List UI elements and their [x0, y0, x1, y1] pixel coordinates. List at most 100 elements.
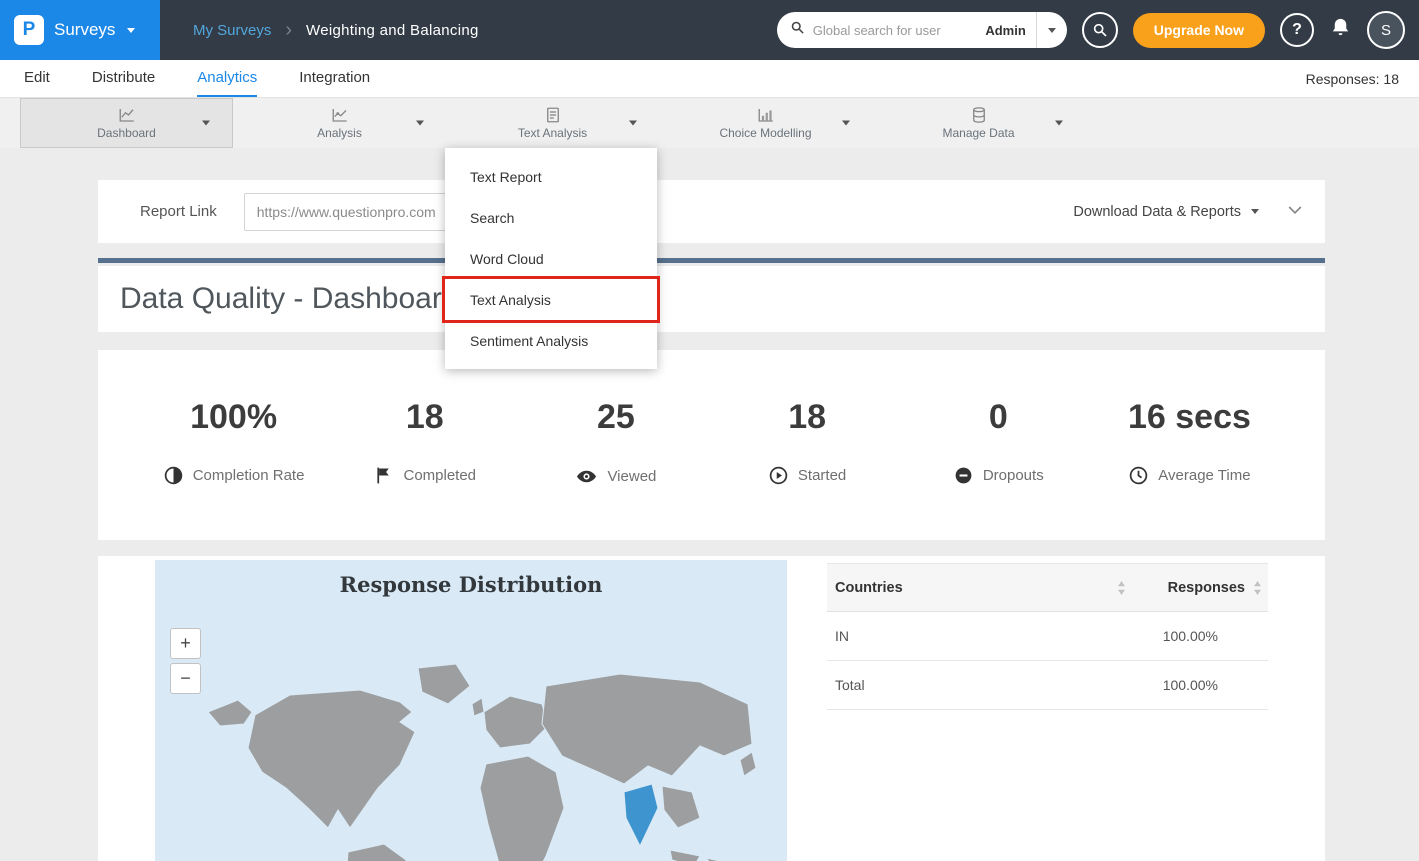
survey-tab-bar: Edit Distribute Analytics Integration Re… [0, 60, 1419, 98]
menu-item-analysis[interactable]: Analysis [233, 98, 446, 148]
stat-dropouts: 0 Dropouts [903, 350, 1094, 540]
map-title: Response Distribution [155, 560, 787, 597]
chevron-down-icon[interactable] [629, 121, 637, 126]
breadcrumb: My Surveys › Weighting and Balancing [193, 20, 479, 40]
help-button[interactable]: ? [1280, 13, 1314, 47]
analytics-menu-items: Dashboard Analysis Text Analysis Choice … [20, 98, 1085, 148]
column-header-responses[interactable]: Responses [1138, 580, 1268, 596]
responses-count: Responses: 18 [1306, 60, 1419, 97]
stat-completion-rate: 100% Completion Rate [138, 350, 329, 540]
page-title: Data Quality - Dashboard [120, 282, 459, 316]
document-icon [544, 106, 562, 124]
report-link-card: Report Link Download Data & Reports [98, 180, 1325, 243]
map-zoom-controls: + − [170, 628, 201, 694]
chevron-down-icon [127, 28, 135, 33]
chevron-down-icon[interactable] [416, 121, 424, 126]
completion-rate-icon [163, 465, 184, 486]
stat-label: Average Time [1158, 467, 1250, 484]
page-title-card: Data Quality - Dashboard [98, 266, 1325, 332]
stat-value: 18 [712, 398, 903, 437]
countries-table: Countries Responses IN 100.00% Total 100… [827, 563, 1268, 710]
stat-label: Dropouts [983, 467, 1044, 484]
clock-icon [1128, 465, 1149, 486]
search-icon [790, 20, 805, 40]
dropdown-item-text-analysis[interactable]: Text Analysis [445, 279, 657, 320]
database-icon [970, 106, 988, 124]
dropdown-item-text-report[interactable]: Text Report [445, 156, 657, 197]
flag-icon [373, 465, 394, 486]
column-header-countries[interactable]: Countries [827, 580, 1138, 596]
map-region-europe [484, 696, 548, 748]
map-region-north-america [248, 690, 415, 828]
stat-viewed: 25 Viewed [520, 350, 711, 540]
chevron-down-icon[interactable] [202, 121, 210, 126]
menu-item-label: Manage Data [942, 126, 1014, 140]
column-header-label: Countries [835, 580, 903, 596]
stat-value: 25 [520, 398, 711, 437]
menu-item-label: Choice Modelling [719, 126, 811, 140]
menu-item-choice-modelling[interactable]: Choice Modelling [659, 98, 872, 148]
map-region-south-america [346, 844, 408, 861]
search-icon [1092, 22, 1108, 38]
map-region-indonesia [670, 850, 700, 861]
section-divider [98, 258, 1325, 263]
menu-item-dashboard[interactable]: Dashboard [20, 98, 233, 148]
zoom-in-button[interactable]: + [170, 628, 201, 659]
chevron-down-icon [1048, 28, 1056, 33]
bar-chart-icon [757, 106, 775, 124]
country-cell: IN [827, 628, 1138, 644]
breadcrumb-separator-icon: › [285, 20, 292, 40]
map-region-africa [480, 756, 564, 861]
world-map[interactable] [200, 660, 770, 861]
collapse-section-button[interactable] [1285, 199, 1305, 224]
stat-value: 100% [138, 398, 329, 437]
tab-integration[interactable]: Integration [299, 60, 370, 97]
menu-item-manage-data[interactable]: Manage Data [872, 98, 1085, 148]
stat-value: 16 secs [1094, 398, 1285, 437]
responses-cell: 100.00% [1138, 677, 1268, 693]
surveys-product-switcher[interactable]: P Surveys [0, 0, 160, 60]
responses-cell: 100.00% [1138, 628, 1268, 644]
breadcrumb-my-surveys[interactable]: My Surveys [193, 22, 271, 39]
tab-edit[interactable]: Edit [24, 60, 50, 97]
column-header-label: Responses [1168, 580, 1245, 596]
survey-stats-card: 100% Completion Rate 18 Completed 25 Vie… [98, 350, 1325, 540]
map-region-southeast-asia [662, 786, 700, 828]
dropdown-item-search[interactable]: Search [445, 197, 657, 238]
map-region-japan [740, 752, 756, 776]
global-search-input[interactable] [813, 23, 986, 38]
stat-average-time: 16 secs Average Time [1094, 350, 1285, 540]
stat-value: 18 [329, 398, 520, 437]
chevron-down-icon[interactable] [842, 121, 850, 126]
top-bar: P Surveys My Surveys › Weighting and Bal… [0, 0, 1419, 60]
product-label: Surveys [54, 20, 115, 40]
menu-item-label: Analysis [317, 126, 362, 140]
table-row: IN 100.00% [827, 612, 1268, 661]
sort-icon[interactable] [1117, 581, 1126, 595]
dropdown-item-word-cloud[interactable]: Word Cloud [445, 238, 657, 279]
search-button[interactable] [1082, 12, 1118, 48]
minus-circle-icon [953, 465, 974, 486]
menu-item-text-analysis[interactable]: Text Analysis [446, 98, 659, 148]
menu-item-label: Text Analysis [518, 126, 587, 140]
tab-analytics[interactable]: Analytics [197, 60, 257, 97]
search-scope-dropdown[interactable] [1037, 12, 1067, 48]
user-avatar[interactable]: S [1367, 11, 1405, 49]
text-analysis-dropdown-menu: Text Report Search Word Cloud Text Analy… [445, 148, 657, 369]
map-region-uk [472, 698, 484, 716]
upgrade-now-button[interactable]: Upgrade Now [1133, 13, 1265, 48]
sort-icon[interactable] [1253, 581, 1262, 595]
search-scope-label: Admin [985, 23, 1025, 38]
questionpro-logo: P [14, 15, 44, 45]
map-region-asia [542, 674, 752, 784]
stat-label: Viewed [607, 468, 656, 485]
tab-distribute[interactable]: Distribute [92, 60, 155, 97]
chevron-down-icon[interactable] [1055, 121, 1063, 126]
global-search-box[interactable]: Admin [777, 12, 1067, 48]
line-chart-icon [331, 106, 349, 124]
question-mark-icon: ? [1292, 21, 1302, 39]
notifications-button[interactable] [1329, 16, 1352, 44]
dropdown-item-sentiment-analysis[interactable]: Sentiment Analysis [445, 320, 657, 361]
zoom-out-button[interactable]: − [170, 663, 201, 694]
map-region-india[interactable] [624, 784, 658, 846]
